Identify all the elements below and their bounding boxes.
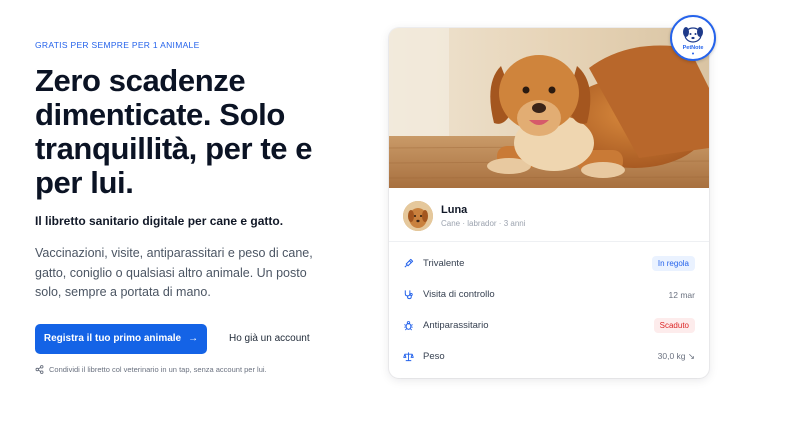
stethoscope-icon: [404, 290, 413, 300]
record-label: Antiparassitario: [423, 320, 489, 331]
share-note: Condividi il libretto col veterinario in…: [35, 365, 365, 374]
dog-photo: [389, 28, 709, 188]
weight-value: 30,0 kg ↘: [657, 351, 695, 361]
record-weight[interactable]: Peso 30,0 kg ↘: [403, 341, 695, 372]
status-badge: In regola: [651, 256, 695, 271]
register-pet-button[interactable]: Registra il tuo primo animale →: [35, 323, 207, 354]
health-records-list: Trivalente In regola Visita di controllo…: [403, 248, 695, 372]
record-label: Peso: [423, 351, 445, 362]
pet-header: Luna Cane · labrador · 3 anni: [403, 201, 526, 231]
petnote-logo: PetNote: [670, 15, 716, 61]
record-antiparasitic[interactable]: Antiparassitario Scaduto: [403, 310, 695, 341]
share-icon: [35, 364, 44, 374]
scale-icon: [403, 352, 414, 362]
syringe-icon: [404, 258, 414, 268]
status-badge: Scaduto: [653, 318, 695, 333]
page-headline: Zero scadenze dimenticate. Solo tranquil…: [35, 63, 313, 200]
hero-section: GRATIS PER SEMPRE PER 1 ANIMALE Zero sca…: [35, 40, 365, 374]
arrow-right-icon: →: [188, 333, 199, 344]
record-vaccine[interactable]: Trivalente In regola: [403, 248, 695, 279]
cta-row: Registra il tuo primo animale → Ho già u…: [35, 323, 365, 354]
share-note-text: Condividi il libretto col veterinario in…: [49, 364, 267, 374]
record-checkup[interactable]: Visita di controllo 12 mar: [403, 279, 695, 310]
bug-icon: [404, 321, 413, 331]
divider: [389, 241, 709, 242]
register-pet-button-label: Registra il tuo primo animale: [43, 333, 182, 344]
pet-record-card: Luna Cane · labrador · 3 anni Trivalente…: [389, 28, 709, 378]
hero-description: Vaccinazioni, visite, antiparassitari e …: [35, 246, 313, 299]
eyebrow-label: GRATIS PER SEMPRE PER 1 ANIMALE: [35, 40, 200, 50]
pet-meta: Cane · labrador · 3 anni: [441, 219, 526, 228]
record-label: Visita di controllo: [423, 289, 495, 300]
avatar: [403, 201, 433, 231]
login-link[interactable]: Ho già un account: [229, 333, 310, 344]
pet-name: Luna: [441, 204, 468, 216]
record-label: Trivalente: [423, 258, 465, 269]
logo-text: PetNote: [683, 45, 704, 51]
record-date: 12 mar: [668, 289, 695, 300]
subheadline: Il libretto sanitario digitale per cane …: [35, 214, 284, 228]
